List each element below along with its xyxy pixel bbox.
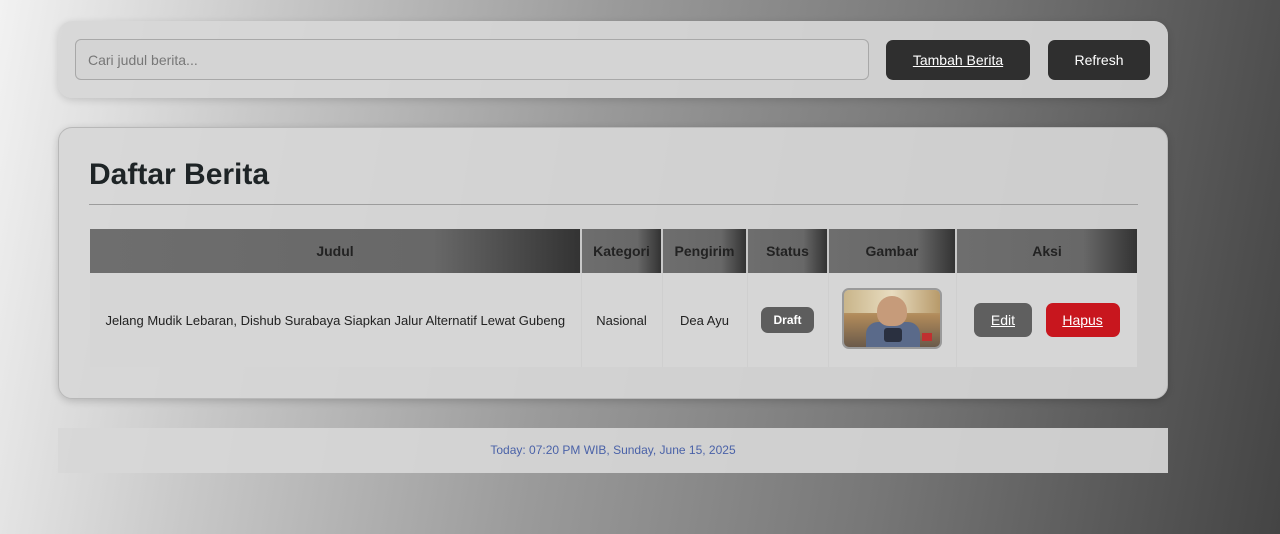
- column-header-status: Status: [747, 229, 829, 273]
- column-header-pengirim: Pengirim: [662, 229, 748, 273]
- table-row: Jelang Mudik Lebaran, Dishub Surabaya Si…: [90, 273, 1137, 367]
- news-list-panel: Daftar Berita Judul Kategori Pengirim St…: [58, 127, 1168, 399]
- delete-button[interactable]: Hapus: [1045, 303, 1120, 337]
- news-thumbnail-image[interactable]: [842, 288, 942, 349]
- column-header-aksi: Aksi: [956, 229, 1137, 273]
- cell-pengirim: Dea Ayu: [662, 273, 748, 367]
- edit-button[interactable]: Edit: [973, 303, 1032, 337]
- footer-date-text: Today: 07:20 PM WIB, Sunday, June 15, 20…: [490, 443, 736, 457]
- cell-judul: Jelang Mudik Lebaran, Dishub Surabaya Si…: [90, 273, 582, 367]
- footer: Today: 07:20 PM WIB, Sunday, June 15, 20…: [58, 428, 1168, 473]
- status-badge: Draft: [761, 307, 814, 333]
- column-header-kategori: Kategori: [581, 229, 663, 273]
- column-header-judul: Judul: [90, 229, 582, 273]
- add-news-button[interactable]: Tambah Berita: [886, 40, 1030, 80]
- refresh-button[interactable]: Refresh: [1048, 40, 1150, 80]
- search-input[interactable]: [75, 39, 869, 80]
- divider: [89, 204, 1138, 205]
- page-title: Daftar Berita: [89, 158, 270, 191]
- column-header-gambar: Gambar: [828, 229, 957, 273]
- cell-aksi: Edit Hapus: [956, 273, 1137, 367]
- cell-gambar: [828, 273, 957, 367]
- table-header-row: Judul Kategori Pengirim Status Gambar Ak…: [90, 229, 1137, 273]
- cell-status: Draft: [747, 273, 829, 367]
- cell-kategori: Nasional: [581, 273, 663, 367]
- news-table: Judul Kategori Pengirim Status Gambar Ak…: [90, 229, 1137, 367]
- toolbar: Tambah Berita Refresh: [58, 21, 1168, 98]
